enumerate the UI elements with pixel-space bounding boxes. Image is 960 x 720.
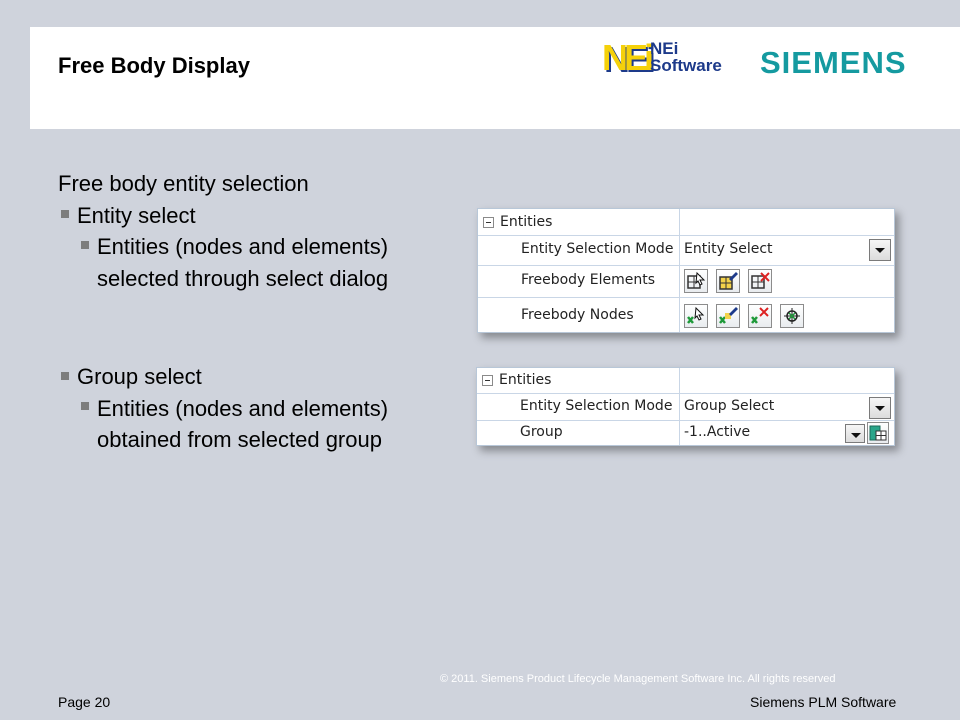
sub-bullet-group-line2: obtained from selected group	[97, 427, 382, 452]
entities-group-label: Entities	[499, 372, 552, 388]
collapse-icon[interactable]	[482, 375, 493, 386]
row-divider	[477, 393, 894, 394]
footer-page-number: Page 20	[58, 694, 111, 710]
nei-logo-mark: NEi	[602, 37, 654, 78]
sub-bullet-marker	[81, 241, 89, 249]
locate-nodes-icon[interactable]	[780, 304, 804, 328]
bullet-entity-select: Entity select	[77, 203, 196, 228]
row-divider	[478, 265, 894, 266]
edit-nodes-icon[interactable]	[716, 304, 740, 328]
freebody-elements-label: Freebody Elements	[521, 272, 656, 288]
edit-elements-icon[interactable]	[716, 269, 740, 293]
slide-header: Free Body Display NEi NEi Software SIEME…	[30, 27, 960, 129]
bullet-marker	[61, 372, 69, 380]
entity-selection-mode-value: Group Select	[684, 398, 775, 414]
column-divider	[679, 209, 680, 332]
select-elements-icon[interactable]	[684, 269, 708, 293]
row-divider	[478, 235, 894, 236]
entity-selection-mode-label: Entity Selection Mode	[521, 241, 674, 257]
group-label: Group	[520, 424, 563, 440]
chevron-down-icon[interactable]	[869, 239, 891, 261]
collapse-icon[interactable]	[483, 217, 494, 228]
body-heading: Free body entity selection	[58, 171, 309, 196]
entity-selection-mode-value: Entity Select	[684, 241, 773, 257]
group-select-property-grid: Entities Entity Selection Mode Group Sel…	[476, 367, 895, 446]
row-divider	[478, 297, 894, 298]
nei-logo-line2: Software	[650, 56, 722, 75]
footer-brand: Siemens PLM Software	[750, 694, 897, 710]
slide-title: Free Body Display	[58, 53, 250, 78]
sub-bullet-marker	[81, 402, 89, 410]
siemens-logo: SIEMENS	[760, 45, 907, 80]
remove-nodes-icon[interactable]	[748, 304, 772, 328]
remove-elements-icon[interactable]	[748, 269, 772, 293]
sub-bullet-group-line1: Entities (nodes and elements)	[97, 396, 389, 421]
select-nodes-icon[interactable]	[684, 304, 708, 328]
sub-bullet-entity-line1: Entities (nodes and elements)	[97, 234, 389, 259]
footer-copyright: © 2011. Siemens Product Lifecycle Manage…	[440, 673, 836, 685]
entity-select-property-grid: Entities Entity Selection Mode Entity Se…	[477, 208, 895, 333]
group-value: -1..Active	[684, 424, 751, 440]
freebody-nodes-label: Freebody Nodes	[521, 307, 634, 323]
chevron-down-icon[interactable]	[845, 424, 865, 443]
nei-logo-line1: NEi	[650, 39, 679, 58]
nei-logo-text: NEi Software	[650, 40, 722, 74]
chevron-down-icon[interactable]	[869, 397, 891, 419]
column-divider	[679, 368, 680, 445]
group-browse-icon[interactable]	[867, 422, 889, 444]
nei-software-logo: NEi NEi Software	[602, 38, 732, 80]
entities-group-label: Entities	[500, 214, 553, 230]
sub-bullet-entity-line2: selected through select dialog	[97, 266, 389, 291]
entity-selection-mode-label: Entity Selection Mode	[520, 398, 673, 414]
bullet-marker	[61, 210, 69, 218]
bullet-group-select: Group select	[77, 364, 202, 389]
